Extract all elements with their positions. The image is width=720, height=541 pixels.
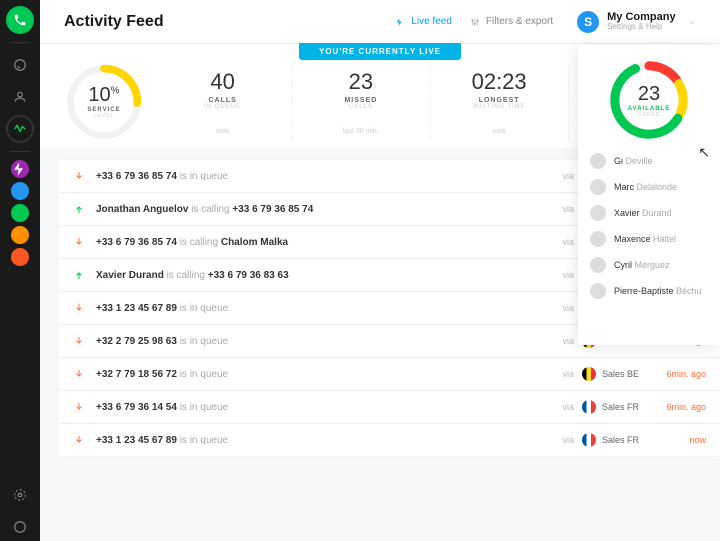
bolt-icon bbox=[395, 16, 405, 28]
service-level-gauge: 10% SERVICE LEVEL bbox=[54, 62, 154, 142]
inbound-icon bbox=[72, 433, 86, 447]
sidebar-dot-teal[interactable] bbox=[11, 248, 29, 266]
user-row[interactable]: Marc Delalonde bbox=[590, 179, 708, 195]
avatar bbox=[590, 153, 606, 169]
sidebar-dot-blue[interactable] bbox=[11, 182, 29, 200]
sidebar-dot-green[interactable] bbox=[11, 204, 29, 222]
inbound-icon bbox=[72, 400, 86, 414]
sidebar-item-phone[interactable] bbox=[6, 51, 34, 79]
user-row[interactable]: Xavier Durand bbox=[590, 205, 708, 221]
stat-block: 02:23LONGESTWAITING TIMEnow bbox=[430, 65, 568, 139]
header: Activity Feed Live feed Filters & export… bbox=[40, 0, 720, 44]
company-menu[interactable]: S My Company Settings & Help ⌄ bbox=[577, 11, 696, 33]
feed-row[interactable]: +33 6 79 36 14 54 is in queueviaSales FR… bbox=[58, 391, 720, 423]
users-panel: 23 AVAILABLE USERS Gi Deville Marc Delalo… bbox=[578, 45, 720, 345]
sidebar bbox=[0, 0, 40, 541]
filters-export[interactable]: Filters & export bbox=[470, 16, 553, 28]
user-row[interactable]: Pierre-Baptiste Béchu bbox=[590, 283, 708, 299]
sliders-icon bbox=[470, 16, 480, 28]
available-users-gauge: 23 AVAILABLE USERS bbox=[608, 59, 690, 141]
flag-icon bbox=[582, 367, 596, 381]
stat-block: 23MISSEDCALLSlast 30 min. bbox=[291, 65, 429, 139]
live-indicator[interactable]: Live feed bbox=[395, 16, 452, 28]
sidebar-item-activity[interactable] bbox=[6, 115, 34, 143]
chevron-down-icon: ⌄ bbox=[688, 16, 696, 27]
inbound-icon bbox=[72, 301, 86, 315]
mouse-cursor-icon: ↖ bbox=[698, 144, 710, 161]
outbound-icon bbox=[72, 202, 86, 216]
avatar bbox=[590, 179, 606, 195]
avatar bbox=[590, 283, 606, 299]
user-list: Gi Deville Marc Delalonde Xavier Durand Max… bbox=[578, 141, 720, 299]
inbound-icon bbox=[72, 334, 86, 348]
flag-icon bbox=[582, 433, 596, 447]
company-sub: Settings & Help bbox=[607, 23, 675, 32]
user-row[interactable]: Cyril Merguez bbox=[590, 257, 708, 273]
inbound-icon bbox=[72, 235, 86, 249]
sidebar-dot-purple[interactable] bbox=[11, 160, 29, 178]
live-banner: YOU'RE CURRENTLY LIVE bbox=[299, 43, 461, 60]
sidebar-item-settings[interactable] bbox=[6, 481, 34, 509]
sidebar-dot-orange[interactable] bbox=[11, 226, 29, 244]
page-title: Activity Feed bbox=[64, 13, 164, 31]
company-avatar: S bbox=[577, 11, 599, 33]
stat-block: 40CALLSIN QUEUEnow bbox=[154, 65, 291, 139]
avatar bbox=[590, 257, 606, 273]
feed-row[interactable]: +33 1 23 45 67 89 is in queueviaSales FR… bbox=[58, 424, 720, 456]
user-row[interactable]: Gi Deville bbox=[590, 153, 708, 169]
avatar bbox=[590, 205, 606, 221]
feed-row[interactable]: +32 7 79 18 56 72 is in queueviaSales BE… bbox=[58, 358, 720, 390]
sidebar-item-user[interactable] bbox=[6, 83, 34, 111]
user-row[interactable]: Maxence Haltel bbox=[590, 231, 708, 247]
inbound-icon bbox=[72, 169, 86, 183]
flag-icon bbox=[582, 400, 596, 414]
sidebar-item-help[interactable] bbox=[6, 513, 34, 541]
sidebar-brand-icon[interactable] bbox=[6, 6, 34, 34]
inbound-icon bbox=[72, 367, 86, 381]
avatar bbox=[590, 231, 606, 247]
outbound-icon bbox=[72, 268, 86, 282]
